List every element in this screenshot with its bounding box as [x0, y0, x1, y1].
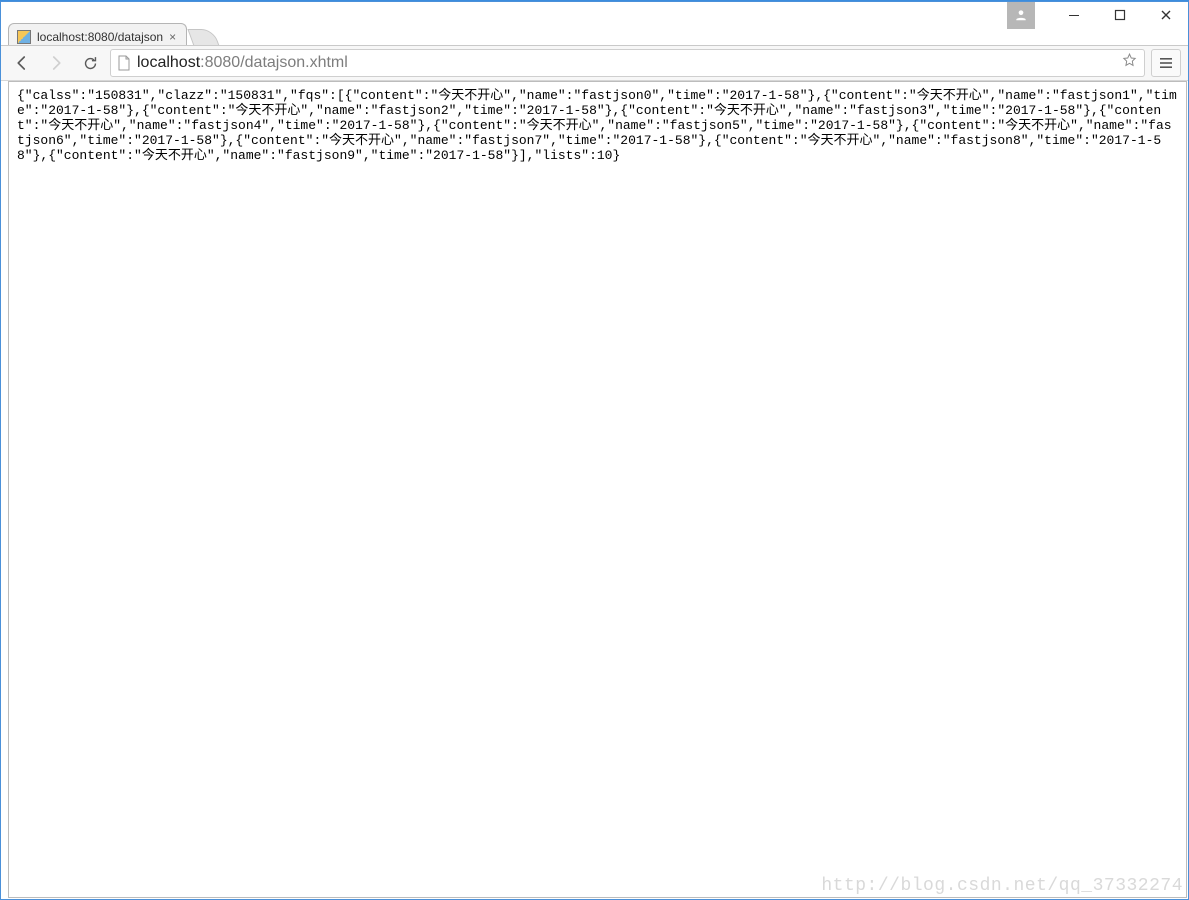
tab-close-icon[interactable]: × [169, 31, 176, 43]
json-response-body: {"calss":"150831","clazz":"150831","fqs"… [17, 88, 1178, 163]
url-text: localhost:8080/datajson.xhtml [137, 54, 1115, 72]
chrome-menu-button[interactable] [1151, 49, 1181, 77]
bookmark-star-icon[interactable] [1121, 52, 1138, 74]
site-info-icon[interactable] [117, 55, 131, 71]
back-button[interactable] [8, 49, 36, 77]
page-viewport: {"calss":"150831","clazz":"150831","fqs"… [8, 81, 1187, 898]
url-host: localhost [137, 54, 200, 72]
reload-button[interactable] [76, 49, 104, 77]
favicon-icon [17, 30, 31, 44]
address-bar[interactable]: localhost:8080/datajson.xhtml [110, 49, 1145, 77]
browser-toolbar: localhost:8080/datajson.xhtml [0, 45, 1189, 81]
forward-button[interactable] [42, 49, 70, 77]
url-path: :8080/datajson.xhtml [200, 54, 348, 72]
tab-title: localhost:8080/datajson [37, 30, 163, 44]
